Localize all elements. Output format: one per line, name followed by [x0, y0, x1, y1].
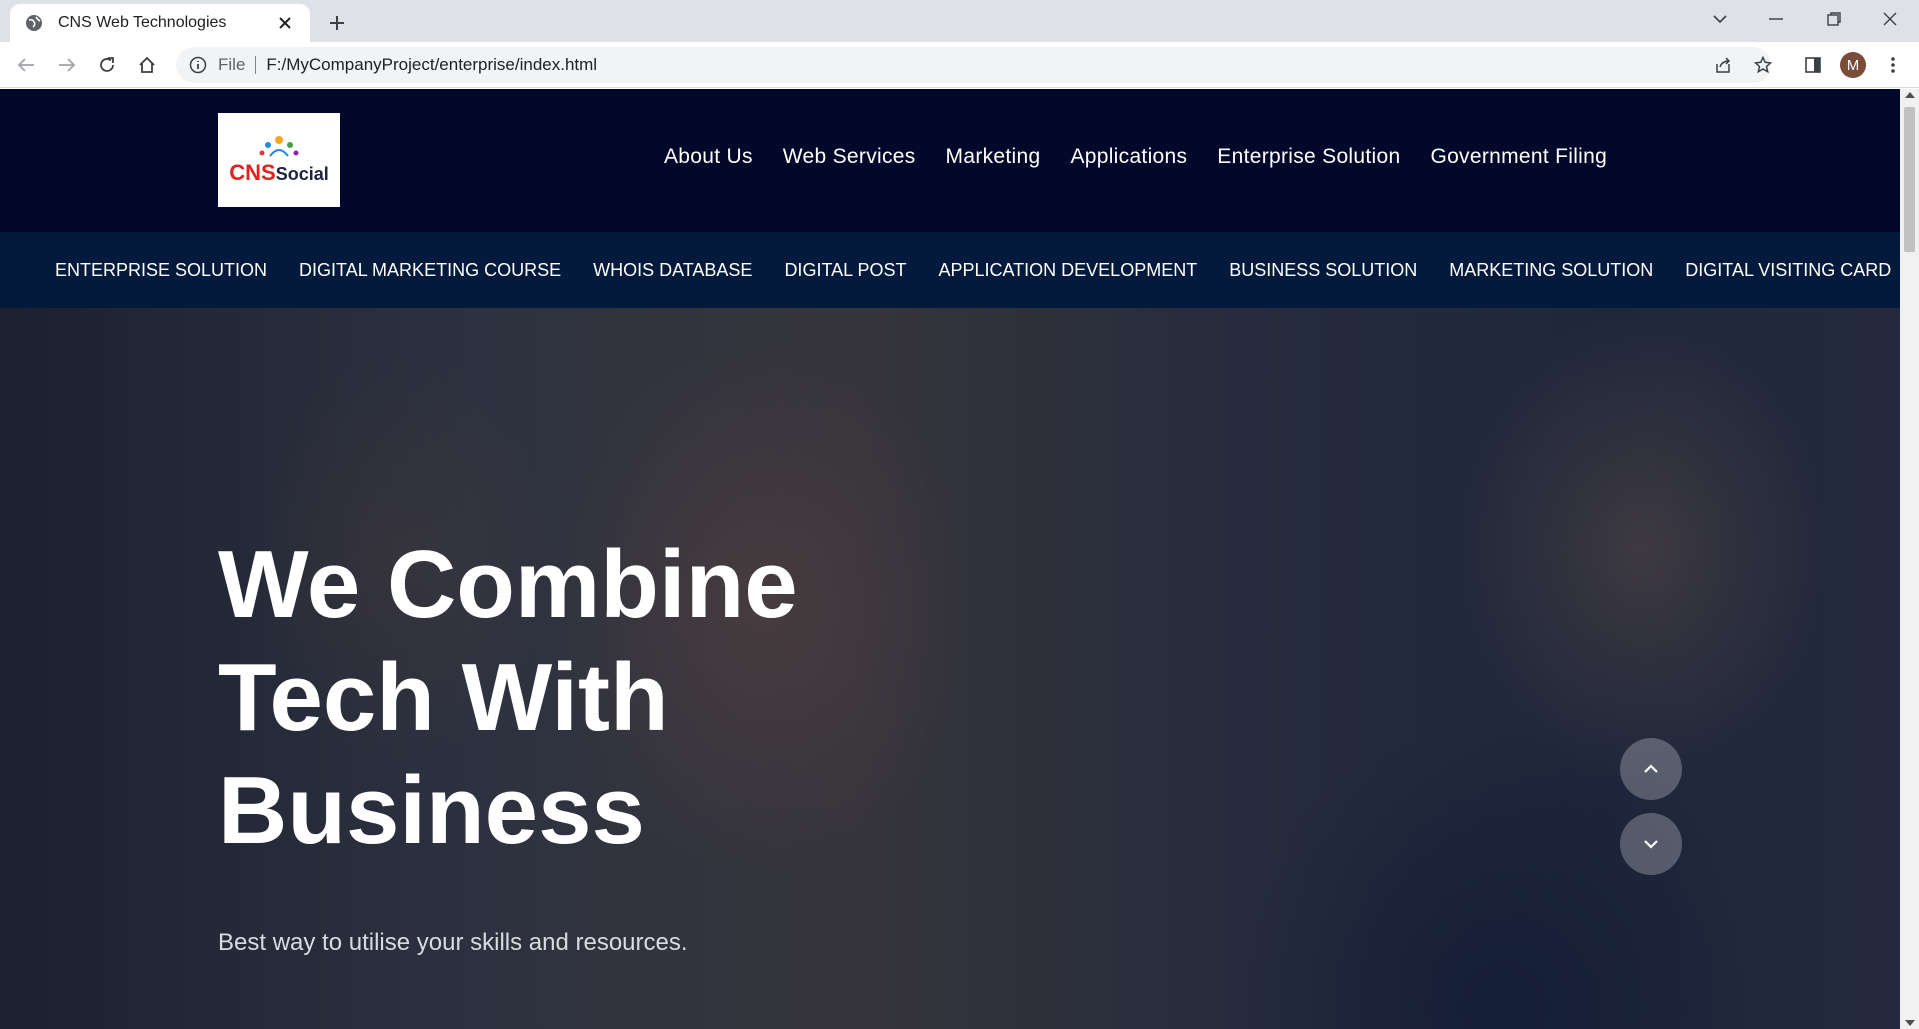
menu-item-enterprise-solution[interactable]: Enterprise Solution — [1217, 145, 1400, 169]
logo-wordmark: CNSSocial — [229, 160, 328, 186]
slide-prev-button[interactable] — [1620, 738, 1682, 800]
menu-kebab-icon[interactable] — [1877, 49, 1909, 81]
page-scrollbar[interactable] — [1900, 89, 1919, 1029]
new-tab-button[interactable] — [322, 8, 352, 38]
scroll-down-arrow-icon[interactable] — [1905, 1020, 1915, 1026]
url-text[interactable]: F:/MyCompanyProject/enterprise/index.htm… — [266, 55, 1771, 75]
globe-icon — [24, 13, 44, 33]
hero-headline-line2: Tech With — [218, 644, 669, 751]
restore-icon[interactable] — [1806, 0, 1862, 38]
chevron-down-icon — [1644, 840, 1658, 849]
submenu-item-whois-database[interactable]: WHOIS DATABASE — [593, 260, 752, 281]
hero-tagline: Best way to utilise your skills and reso… — [218, 929, 688, 956]
sub-menu: ENTERPRISE SOLUTION DIGITAL MARKETING CO… — [0, 232, 1900, 308]
tab-search-icon[interactable] — [1692, 0, 1748, 38]
menu-item-government-filing[interactable]: Government Filing — [1430, 145, 1607, 169]
logo-text-social: Social — [275, 164, 329, 184]
hero-headline: We Combine Tech With Business — [218, 528, 918, 867]
back-icon[interactable] — [10, 49, 42, 81]
minimize-icon[interactable] — [1748, 0, 1804, 38]
submenu-item-application-development[interactable]: APPLICATION DEVELOPMENT — [938, 260, 1197, 281]
hero-headline-line3: Business — [218, 757, 645, 864]
submenu-item-digital-post[interactable]: DIGITAL POST — [784, 260, 906, 281]
share-icon[interactable] — [1707, 49, 1739, 81]
menu-item-web-services[interactable]: Web Services — [783, 145, 916, 169]
info-icon[interactable] — [188, 55, 208, 75]
menu-item-applications[interactable]: Applications — [1070, 145, 1187, 169]
site-logo[interactable]: CNSSocial — [218, 113, 340, 207]
profile-avatar[interactable]: M — [1840, 52, 1866, 78]
page-viewport: CNSSocial About Us Web Services Marketin… — [0, 89, 1900, 1029]
logo-people-icon — [259, 136, 299, 157]
address-bar[interactable]: File F:/MyCompanyProject/enterprise/inde… — [176, 47, 1771, 83]
side-panel-icon[interactable] — [1797, 49, 1829, 81]
browser-tab[interactable]: CNS Web Technologies — [10, 4, 310, 42]
close-window-icon[interactable] — [1862, 0, 1918, 38]
bookmark-star-icon[interactable] — [1747, 49, 1779, 81]
browser-tabstrip: CNS Web Technologies — [0, 0, 1919, 42]
submenu-item-business-solution[interactable]: BUSINESS SOLUTION — [1229, 260, 1417, 281]
tab-title: CNS Web Technologies — [58, 14, 227, 31]
logo-text-cns: CNS — [229, 160, 276, 185]
main-menu: About Us Web Services Marketing Applicat… — [664, 145, 1607, 169]
submenu-item-digital-marketing-course[interactable]: DIGITAL MARKETING COURSE — [299, 260, 561, 281]
hero-banner: We Combine Tech With Business Best way t… — [0, 308, 1900, 1029]
hero-headline-line1: We Combine — [218, 531, 798, 638]
url-scheme: File — [218, 55, 246, 74]
url-separator — [255, 56, 257, 74]
forward-icon[interactable] — [51, 49, 83, 81]
submenu-item-digital-visiting-card[interactable]: DIGITAL VISITING CARD — [1685, 260, 1891, 281]
scroll-up-arrow-icon[interactable] — [1905, 92, 1915, 98]
hero-content: We Combine Tech With Business Best way t… — [218, 528, 918, 1029]
chevron-up-icon — [1644, 764, 1658, 773]
slide-next-button[interactable] — [1620, 813, 1682, 875]
home-icon[interactable] — [131, 49, 163, 81]
site-header: CNSSocial About Us Web Services Marketin… — [0, 89, 1900, 232]
submenu-item-enterprise-solution[interactable]: ENTERPRISE SOLUTION — [55, 260, 267, 281]
close-tab-icon[interactable] — [274, 12, 296, 34]
browser-toolbar: File F:/MyCompanyProject/enterprise/inde… — [0, 42, 1919, 88]
menu-item-marketing[interactable]: Marketing — [946, 145, 1041, 169]
scrollbar-thumb[interactable] — [1904, 107, 1915, 252]
reload-icon[interactable] — [91, 49, 123, 81]
submenu-item-marketing-solution[interactable]: MARKETING SOLUTION — [1449, 260, 1653, 281]
menu-item-about-us[interactable]: About Us — [664, 145, 753, 169]
